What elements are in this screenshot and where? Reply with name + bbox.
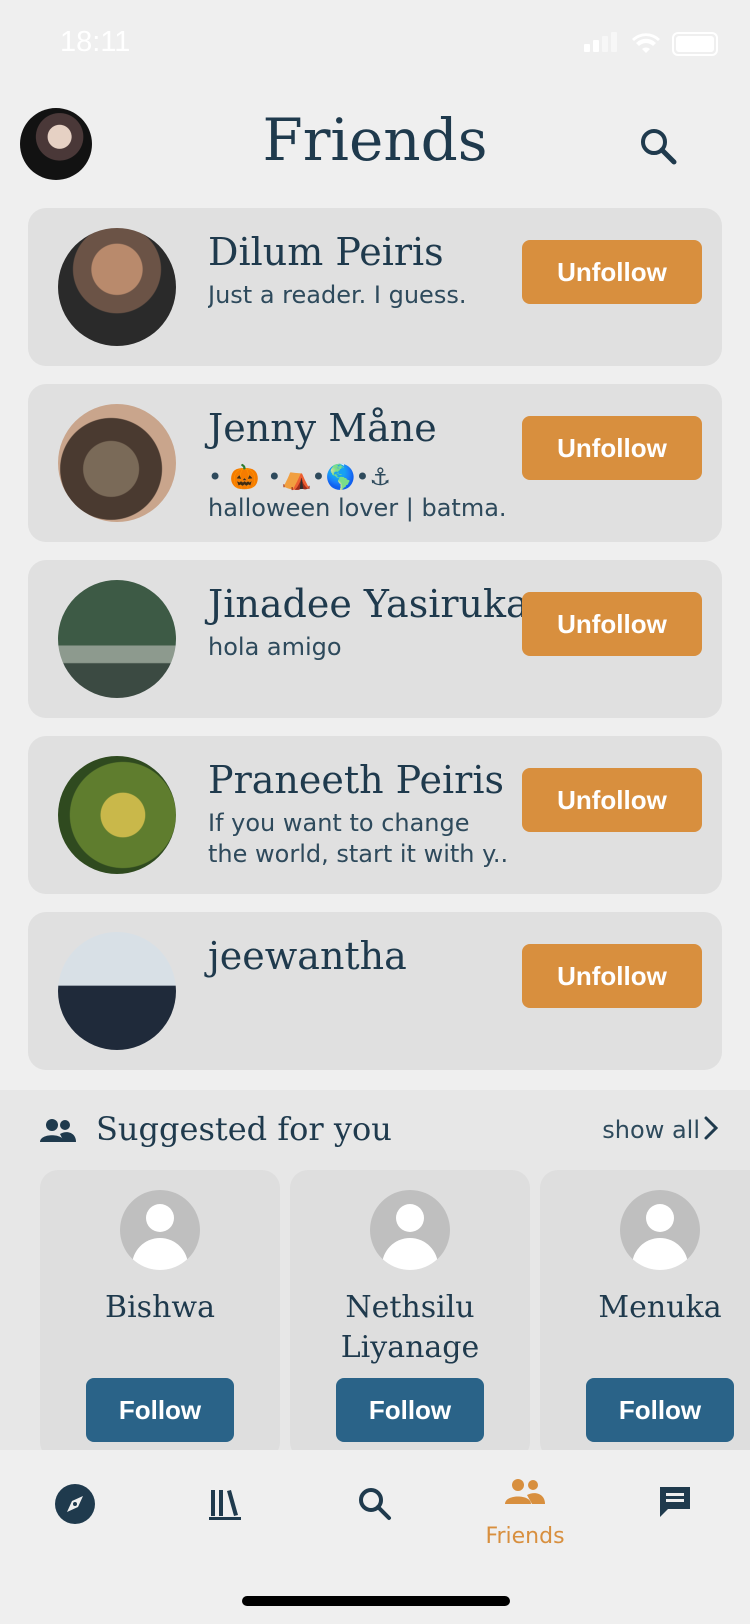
battery-icon: [672, 32, 718, 56]
friend-bio-line: Just a reader. I guess.: [208, 281, 467, 309]
friend-name: Dilum Peiris: [208, 230, 444, 274]
signal-icon: [584, 32, 620, 56]
tab-explore[interactable]: [15, 1480, 135, 1560]
friend-name: jeewantha: [208, 934, 407, 978]
friend-card[interactable]: jeewantha Unfollow: [28, 912, 722, 1070]
people-icon: [40, 1119, 76, 1142]
suggested-section: Suggested for you show all Bishwa Follow…: [0, 1090, 750, 1460]
friends-icon: [505, 1479, 545, 1504]
tab-friends-label: Friends: [485, 1524, 565, 1549]
suggestion-card[interactable]: Menuka Follow: [540, 1170, 750, 1460]
home-indicator: [242, 1596, 510, 1606]
friend-bio-line: hola amigo: [208, 633, 342, 661]
friend-avatar: [58, 228, 176, 346]
tab-library[interactable]: [165, 1480, 285, 1560]
friend-card[interactable]: Jinadee Yasiruka hola amigo Unfollow: [28, 560, 722, 718]
friend-card[interactable]: Jenny Måne • 🎃 •⛺•🌎•⚓ halloween lover | …: [28, 384, 722, 542]
friend-bio: hola amigo: [208, 632, 508, 663]
friend-name: Jenny Måne: [208, 406, 437, 450]
unfollow-button[interactable]: Unfollow: [522, 592, 702, 656]
library-icon: [209, 1490, 241, 1520]
suggested-header: Suggested for you show all: [40, 1110, 720, 1156]
friend-bio: If you want to change the world, start i…: [208, 808, 508, 870]
suggestion-name: Menuka: [598, 1290, 722, 1325]
friend-bio-line: halloween lover | batma...: [208, 494, 508, 522]
follow-button[interactable]: Follow: [586, 1378, 734, 1442]
tab-search[interactable]: [315, 1480, 435, 1560]
search-icon: [359, 1488, 391, 1520]
suggestion-card[interactable]: Nethsilu Liyanage Follow: [290, 1170, 530, 1460]
friend-name: Praneeth Peiris: [208, 758, 504, 802]
default-avatar-icon: [120, 1190, 200, 1270]
suggestion-name: Nethsilu Liyanage: [340, 1290, 480, 1365]
wifi-icon: [632, 33, 660, 53]
status-icons: [584, 32, 718, 56]
unfollow-button[interactable]: Unfollow: [522, 416, 702, 480]
friend-bio-line: • 🎃 •⛺•🌎•⚓: [208, 463, 392, 491]
show-all-link[interactable]: show all: [602, 1116, 700, 1144]
default-avatar-icon: [620, 1190, 700, 1270]
friend-avatar: [58, 404, 176, 522]
friend-avatar: [58, 932, 176, 1050]
friend-bio-line: If you want to change: [208, 809, 470, 837]
default-avatar-icon: [370, 1190, 450, 1270]
chevron-right-icon[interactable]: [702, 1114, 720, 1142]
friend-bio: • 🎃 •⛺•🌎•⚓ halloween lover | batma...: [208, 462, 508, 524]
suggestion-card[interactable]: Bishwa Follow: [40, 1170, 280, 1460]
friend-card[interactable]: Dilum Peiris Just a reader. I guess. Unf…: [28, 208, 722, 366]
header: Friends: [0, 90, 750, 200]
suggested-title: Suggested for you: [96, 1110, 392, 1148]
friend-card[interactable]: Praneeth Peiris If you want to change th…: [28, 736, 722, 894]
friend-avatar: [58, 756, 176, 874]
unfollow-button[interactable]: Unfollow: [522, 944, 702, 1008]
friend-bio-line: the world, start it with y...: [208, 840, 508, 868]
friend-name: Jinadee Yasiruka: [208, 582, 529, 626]
unfollow-button[interactable]: Unfollow: [522, 768, 702, 832]
status-time: 18:11: [60, 26, 131, 58]
tab-messages[interactable]: [615, 1480, 735, 1560]
friend-bio: Just a reader. I guess.: [208, 280, 508, 311]
suggestion-name: Bishwa: [105, 1290, 215, 1325]
friend-avatar: [58, 580, 176, 698]
search-icon[interactable]: [638, 126, 678, 166]
unfollow-button[interactable]: Unfollow: [522, 240, 702, 304]
follow-button[interactable]: Follow: [336, 1378, 484, 1442]
chat-icon: [660, 1487, 690, 1517]
follow-button[interactable]: Follow: [86, 1378, 234, 1442]
tab-friends[interactable]: Friends: [465, 1479, 585, 1560]
compass-icon: [55, 1484, 95, 1524]
status-bar: 18:11: [0, 0, 750, 90]
